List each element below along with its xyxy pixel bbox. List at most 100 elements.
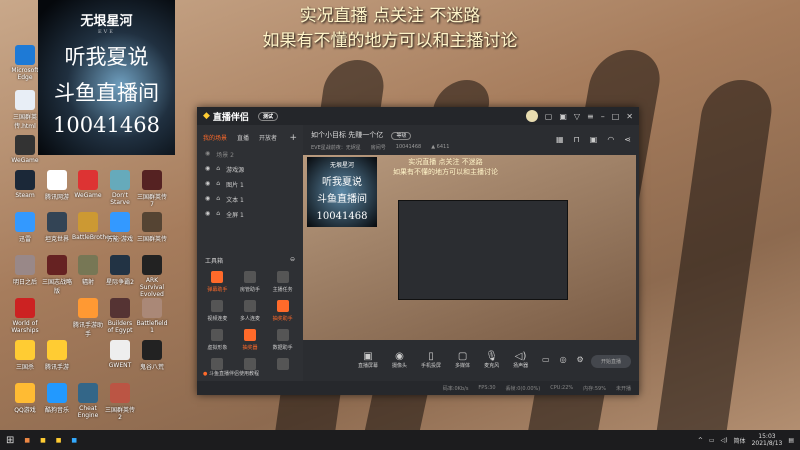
desktop-icon[interactable]: WeGame bbox=[72, 170, 104, 199]
desktop-icon[interactable]: 腾讯网游 bbox=[41, 170, 73, 201]
collapse-icon[interactable]: ⊖ bbox=[290, 256, 295, 265]
start-icon[interactable]: ⊞ bbox=[6, 435, 14, 446]
lock-icon[interactable]: ⌂ bbox=[216, 165, 220, 174]
desktop-icon[interactable]: GWENT bbox=[104, 340, 136, 369]
control-button[interactable]: ◉ 摄像头 bbox=[392, 351, 407, 369]
lock-icon[interactable]: ⌂ bbox=[216, 180, 220, 189]
desktop-icon[interactable]: 三国群英传2 bbox=[104, 383, 136, 421]
control-button[interactable]: 🎙 麦克风 bbox=[484, 351, 499, 369]
source-item[interactable]: ◉ ⌂ 全屏 1 bbox=[197, 207, 303, 222]
share-icon[interactable]: ⋖ bbox=[624, 135, 631, 144]
add-scene-icon[interactable]: + bbox=[289, 133, 297, 143]
tutorial-link[interactable]: 斗鱼直播伴侣使用教程 bbox=[209, 371, 259, 377]
control-button[interactable]: ▢ 多媒体 bbox=[455, 351, 470, 369]
desktop-icon[interactable]: Builders of Egypt bbox=[104, 298, 136, 334]
desktop-icon[interactable]: Steam bbox=[9, 170, 41, 199]
volume-icon[interactable]: ◁) bbox=[721, 437, 728, 444]
version-badge[interactable]: 测试 bbox=[257, 111, 278, 121]
eye-icon[interactable]: ◉ bbox=[205, 165, 210, 174]
desktop-icon[interactable]: 三国杀 bbox=[9, 340, 41, 371]
tool-item[interactable]: 数据助手 bbox=[266, 329, 299, 351]
lock-icon[interactable]: ⌂ bbox=[216, 210, 220, 219]
desktop-icon[interactable]: WeGame bbox=[9, 135, 41, 164]
network-icon[interactable]: ▭ bbox=[709, 437, 715, 444]
desktop-icon[interactable]: World of Warships bbox=[9, 298, 41, 334]
source-item[interactable]: ◉ ⌂ 文本 1 bbox=[197, 192, 303, 207]
tool-item[interactable] bbox=[266, 358, 299, 373]
source-item[interactable]: ◉ ⌂ 游戏源 bbox=[197, 162, 303, 177]
taskbar-app-icon[interactable]: ■ bbox=[71, 437, 77, 444]
eye-icon[interactable]: ◉ bbox=[205, 180, 210, 189]
message-icon[interactable]: ▢ bbox=[545, 112, 553, 121]
calendar-icon[interactable]: ▦ bbox=[556, 135, 564, 144]
desktop-icon[interactable]: 鬼谷八荒 bbox=[136, 340, 168, 371]
lock-icon[interactable]: ⌂ bbox=[216, 195, 220, 204]
eye-icon[interactable]: ◉ bbox=[205, 210, 210, 219]
close-icon[interactable]: ✕ bbox=[626, 112, 633, 121]
room-title[interactable]: 如个小目标 先赚一个亿 bbox=[311, 131, 383, 139]
desktop-icon[interactable]: 三国群英传 bbox=[136, 212, 168, 243]
desktop-icon[interactable]: BattleBrothers bbox=[72, 212, 115, 241]
menu-icon[interactable]: ≡ bbox=[587, 112, 594, 121]
tab-developer[interactable]: 开放者 bbox=[259, 133, 277, 143]
tool-item[interactable]: 虚拟形象 bbox=[201, 329, 234, 351]
clock[interactable]: 15:03 2021/8/13 bbox=[752, 433, 783, 447]
settings-icon[interactable]: ▽ bbox=[574, 112, 580, 121]
maximize-icon[interactable]: □ bbox=[612, 112, 620, 121]
tool-item[interactable]: 弹幕助手 bbox=[201, 271, 234, 293]
notification-icon[interactable]: ▤ bbox=[788, 437, 794, 444]
tool-item[interactable]: 抽奖助手 bbox=[266, 300, 299, 322]
desktop-icon[interactable]: 三国志战略版 bbox=[41, 255, 73, 295]
eye-icon[interactable]: ◎ bbox=[560, 355, 567, 364]
preview-poster-logo: 无垠星河 bbox=[329, 162, 354, 169]
title-bar[interactable]: ◆ 直播伴侣 测试 ▢ ▣ ▽ ≡ – □ ✕ bbox=[197, 107, 639, 125]
desktop-icon[interactable]: 辐射 bbox=[72, 255, 104, 286]
bell-icon[interactable]: ◠ bbox=[607, 135, 614, 144]
tab-scenes[interactable]: 我的场景 bbox=[203, 133, 227, 143]
minimize-icon[interactable]: – bbox=[601, 112, 605, 121]
desktop-icon[interactable]: 三国群英传.html bbox=[9, 90, 41, 130]
desktop-icon[interactable]: 腾讯手游助手 bbox=[72, 298, 104, 338]
source-item[interactable]: ◉ ⌂ 图片 1 bbox=[197, 177, 303, 192]
skin-icon[interactable]: ▣ bbox=[559, 112, 567, 121]
desktop-icon[interactable]: QQ游戏 bbox=[9, 383, 41, 414]
control-button[interactable]: ◁) 扬声器 bbox=[513, 351, 528, 369]
desktop-icon[interactable]: 万能·游戏 bbox=[104, 212, 136, 243]
tool-item[interactable]: 房管助手 bbox=[234, 271, 267, 293]
desktop-icon[interactable]: 三国群英传7 bbox=[136, 170, 168, 208]
desktop-icon[interactable]: 明日之后 bbox=[9, 255, 41, 286]
stream-preview[interactable]: 无垠星河 听我夏说 斗鱼直播间 10041468 实况直播 点关注 不迷路 如果有不懂的… bbox=[303, 155, 636, 340]
avatar[interactable] bbox=[525, 110, 538, 122]
tool-item[interactable]: 主播任务 bbox=[266, 271, 299, 293]
taskbar-app-icon[interactable]: ■ bbox=[40, 437, 46, 444]
eye-icon[interactable]: ◉ bbox=[205, 195, 210, 204]
unlock-icon[interactable]: ⊓ bbox=[574, 135, 580, 144]
taskbar-app-icon[interactable]: ■ bbox=[56, 437, 62, 444]
desktop-icon[interactable]: 迅雷 bbox=[9, 212, 41, 243]
settings-gear-icon[interactable]: ⚙ bbox=[577, 355, 584, 364]
desktop-icon[interactable]: Battlefield 1 bbox=[136, 298, 168, 334]
input-language[interactable]: 简体 bbox=[734, 436, 746, 445]
record-icon[interactable]: ▭ bbox=[542, 355, 550, 364]
tool-item[interactable]: 多人连麦 bbox=[234, 300, 267, 322]
save-icon[interactable]: ▣ bbox=[590, 135, 598, 144]
desktop-icon[interactable]: 腾讯手游 bbox=[41, 340, 73, 371]
desktop-icon[interactable]: 星际争霸2 bbox=[104, 255, 136, 286]
taskbar-app-icon[interactable]: ■ bbox=[24, 437, 30, 444]
desktop-icon[interactable]: 坦克世界 bbox=[41, 212, 73, 243]
tool-item[interactable]: 视频连麦 bbox=[201, 300, 234, 322]
room-category[interactable]: EVE星战前夜：无烬星 bbox=[311, 144, 361, 151]
tool-label: 主播任务 bbox=[272, 287, 293, 293]
control-button[interactable]: ▯ 手机投屏 bbox=[421, 351, 441, 369]
desktop-icon[interactable]: Cheat Engine bbox=[72, 383, 104, 419]
desktop-icon[interactable]: 酷狗音乐 bbox=[41, 383, 73, 414]
desktop-icon[interactable]: ARK Survival Evolved bbox=[136, 255, 168, 298]
desktop-icon[interactable]: Microsoft Edge bbox=[9, 45, 41, 81]
tab-live[interactable]: 直播 bbox=[237, 133, 249, 143]
control-button[interactable]: ▣ 直播屏幕 bbox=[358, 351, 378, 369]
start-live-button[interactable]: 开始直播 bbox=[590, 355, 631, 368]
scene-label[interactable]: 场景 2 bbox=[216, 150, 234, 159]
tool-item[interactable]: 抽奖器 bbox=[234, 329, 267, 351]
desktop-icon[interactable]: Don't Starve bbox=[104, 170, 136, 206]
tray-chevron-icon[interactable]: ^ bbox=[698, 437, 703, 444]
